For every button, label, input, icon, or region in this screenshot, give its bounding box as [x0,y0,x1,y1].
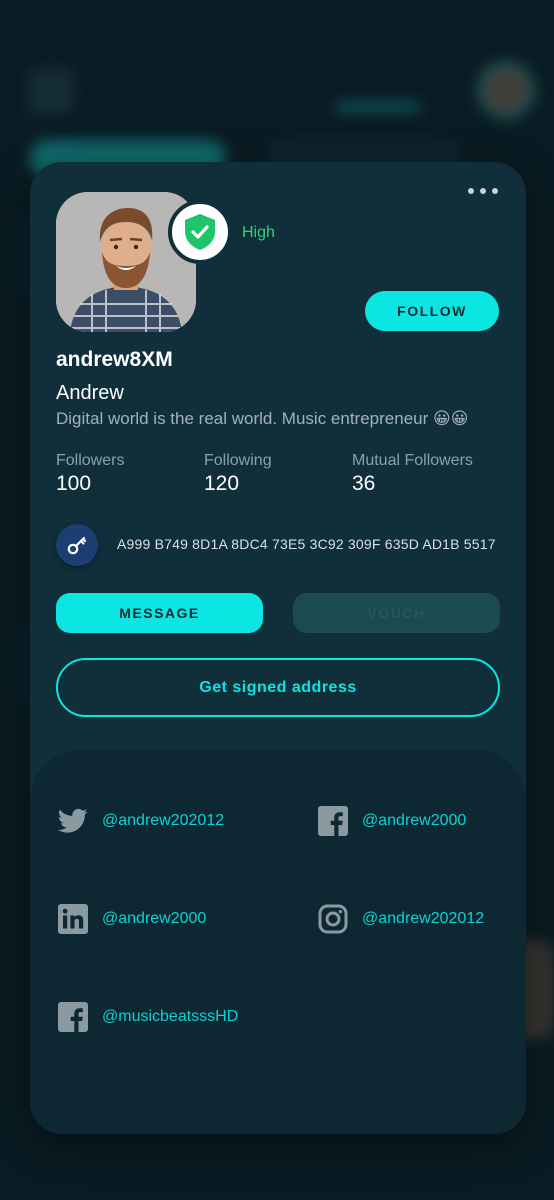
stat-mutual-followers[interactable]: Mutual Followers 36 [352,452,473,496]
key-icon [56,524,98,566]
social-handle: @andrew202012 [102,812,225,829]
trust-level-label: High [242,224,275,241]
stat-following[interactable]: Following 120 [204,452,272,496]
stat-followers[interactable]: Followers 100 [56,452,124,496]
display-name: Andrew [56,382,124,404]
background-menu-icon [28,68,74,114]
profile-card: High FOLLOW andrew8XM Andrew Digital wor… [30,162,526,1134]
facebook-icon [58,1002,88,1032]
stat-value: 100 [56,472,92,495]
instagram-icon [318,904,348,934]
more-options-icon[interactable] [468,188,498,194]
username: andrew8XM [56,348,173,371]
social-links-panel: @andrew202012 @andrew2000 @andrew2000 @a… [30,750,526,1134]
message-button[interactable]: MESSAGE [56,593,263,633]
background-header [0,40,554,140]
stat-value: 36 [352,472,376,495]
social-handle: @musicbeatsssHD [102,1008,239,1025]
social-link-twitter[interactable]: @andrew202012 [58,806,224,836]
social-handle: @andrew2000 [102,910,207,927]
social-link-linkedin[interactable]: @andrew2000 [58,904,206,934]
public-key: A999 B749 8D1A 8DC4 73E5 3C92 309F 635D … [117,536,496,552]
social-link-facebook[interactable]: @musicbeatsssHD [58,1002,238,1032]
background-tab-indicator [336,104,420,110]
trust-shield-badge [168,200,232,264]
stat-label: Mutual Followers [352,452,473,469]
shield-check-icon [185,214,215,250]
get-signed-address-button[interactable]: Get signed address [56,658,500,717]
social-handle: @andrew2000 [362,812,467,829]
facebook-icon [318,806,348,836]
follow-button[interactable]: FOLLOW [365,291,499,331]
stat-label: Following [204,452,272,469]
stat-value: 120 [204,472,240,495]
social-link-instagram[interactable]: @andrew202012 [318,904,484,934]
social-handle: @andrew202012 [362,910,485,927]
twitter-icon [58,806,88,836]
profile-bio: Digital world is the real world. Music e… [56,409,469,428]
vouch-button[interactable]: VOUCH [293,593,500,633]
linkedin-icon [58,904,88,934]
stat-label: Followers [56,452,125,469]
background-avatar [478,62,534,118]
social-link-facebook[interactable]: @andrew2000 [318,806,466,836]
